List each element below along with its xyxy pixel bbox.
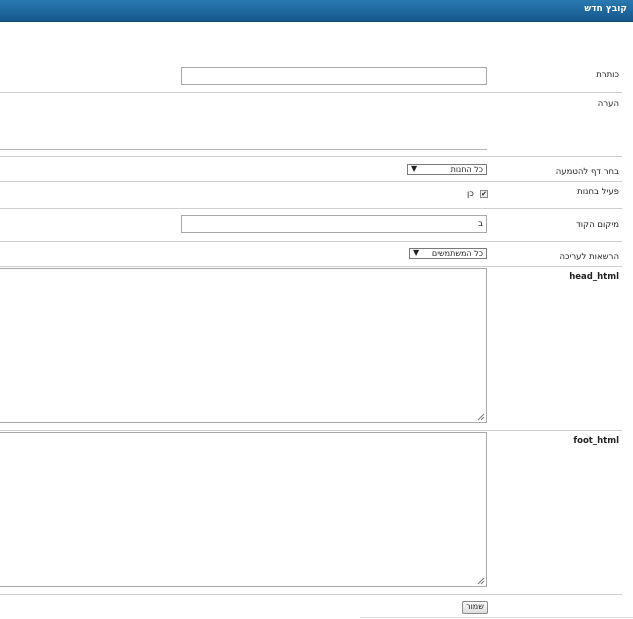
active-label: פעיל בחנות xyxy=(577,187,619,197)
edit-permissions-select[interactable]: כל המשתמשים ▼ xyxy=(409,248,487,259)
row-divider xyxy=(0,430,622,431)
resize-grip-icon[interactable] xyxy=(477,577,485,585)
header-bar: קובץ חדש xyxy=(0,0,633,22)
edit-permissions-label: הרשאות לעריכה xyxy=(559,252,619,262)
row-divider xyxy=(0,594,622,595)
title-input[interactable] xyxy=(181,67,487,85)
row-divider xyxy=(0,266,622,267)
note-label: הערה xyxy=(597,99,619,109)
active-checkbox[interactable]: ✔ xyxy=(480,190,488,198)
row-divider xyxy=(0,208,622,209)
row-divider xyxy=(0,241,622,242)
head-html-textarea[interactable] xyxy=(0,268,487,423)
row-divider xyxy=(0,92,622,93)
row-divider xyxy=(0,156,622,157)
foot-html-textarea[interactable] xyxy=(0,432,487,587)
code-location-input[interactable] xyxy=(181,215,487,233)
edit-permissions-select-value: כל המשתמשים xyxy=(431,249,483,258)
active-option-label: כן xyxy=(467,189,474,199)
note-textarea-edge[interactable] xyxy=(0,149,487,150)
page-title: קובץ חדש xyxy=(584,4,627,14)
footer-divider xyxy=(360,617,633,618)
theme-page-label: בחר דף להטמעה xyxy=(555,167,619,177)
head-html-label: head_html xyxy=(569,272,619,282)
resize-grip-icon[interactable] xyxy=(477,413,485,421)
row-divider xyxy=(0,181,622,182)
code-location-label: מיקום הקוד xyxy=(576,220,619,230)
foot-html-label: foot_html xyxy=(573,436,619,446)
chevron-down-icon: ▼ xyxy=(411,164,418,173)
chevron-down-icon: ▼ xyxy=(413,248,420,257)
save-button[interactable]: שמור xyxy=(462,601,488,614)
theme-page-select-value: כל החנות xyxy=(450,165,483,174)
title-label: כותרת xyxy=(596,70,619,80)
theme-page-select[interactable]: כל החנות ▼ xyxy=(407,164,487,175)
